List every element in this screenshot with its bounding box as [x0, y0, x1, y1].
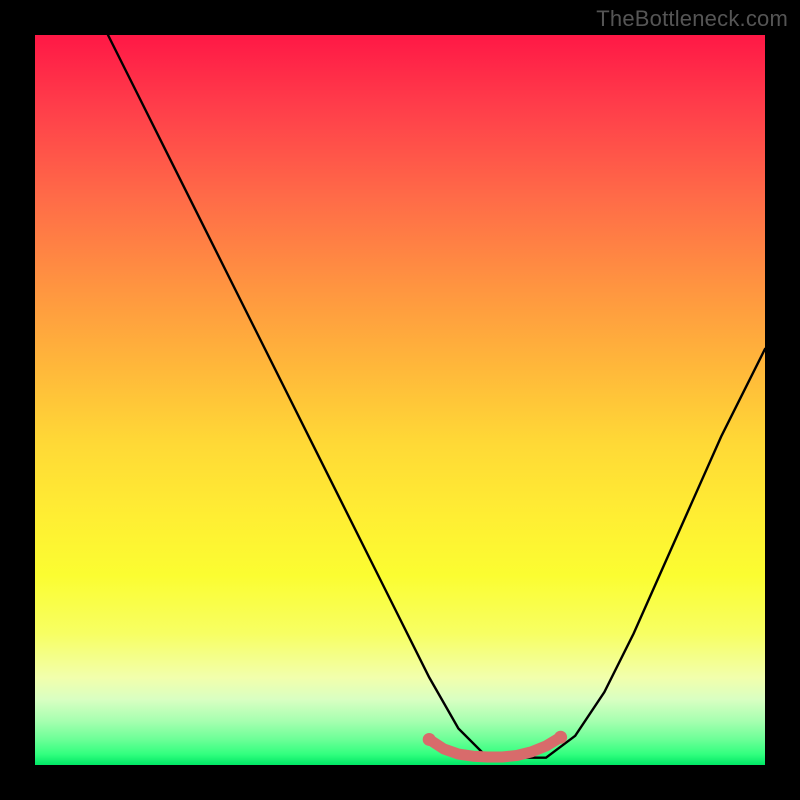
bottom-indicator-start-dot	[423, 733, 436, 746]
plot-area	[35, 35, 765, 765]
chart-svg	[35, 35, 765, 765]
chart-frame: TheBottleneck.com	[0, 0, 800, 800]
bottom-indicator	[429, 737, 560, 757]
main-curve	[108, 35, 765, 758]
watermark-text: TheBottleneck.com	[596, 6, 788, 32]
bottom-indicator-end-dot	[554, 731, 567, 744]
